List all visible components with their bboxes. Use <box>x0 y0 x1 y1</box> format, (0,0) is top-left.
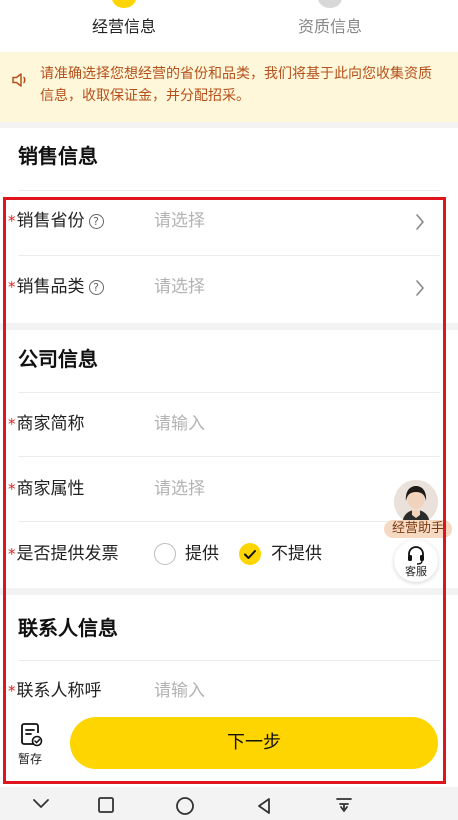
check-icon <box>244 550 256 559</box>
sales-province-select[interactable]: 请选择 <box>154 210 205 232</box>
field-label: 销售品类 <box>16 277 85 297</box>
required-mark: * <box>8 682 16 700</box>
help-icon[interactable]: ? <box>88 280 104 295</box>
field-label: 商家简称 <box>16 414 85 434</box>
sales-category-select[interactable]: 请选择 <box>154 276 205 298</box>
customer-service-button[interactable]: 客服 <box>394 540 438 582</box>
service-label: 客服 <box>405 565 427 578</box>
contact-name-input[interactable]: 请输入 <box>154 680 205 702</box>
invoice-label: *是否提供发票 <box>8 543 119 565</box>
divider <box>18 255 440 256</box>
back-icon[interactable] <box>255 797 273 815</box>
field-label: 商家属性 <box>16 479 85 499</box>
sales-section-title: 销售信息 <box>18 144 98 168</box>
required-mark: * <box>8 415 16 433</box>
system-nav-bar <box>0 787 458 820</box>
step-label: 资质信息 <box>297 17 362 36</box>
draft-save-icon <box>21 723 43 747</box>
menu-down-icon[interactable] <box>334 797 354 815</box>
assistant-label: 经营助手 <box>384 520 452 538</box>
home-icon[interactable] <box>175 797 195 817</box>
divider <box>18 456 440 457</box>
notice-text: 请准确选择您想经营的省份和品类，我们将基于此向您收集资质信息，收取保证金，并分配… <box>40 66 432 104</box>
save-label: 暂存 <box>17 752 42 766</box>
contact-section-title: 联系人信息 <box>18 616 118 640</box>
merchant-short-name-label: *商家简称 <box>8 413 85 435</box>
divider <box>18 660 440 661</box>
invoice-not-provide-label[interactable]: 不提供 <box>271 543 322 565</box>
required-mark: * <box>8 480 16 498</box>
invoice-provide-radio[interactable] <box>154 543 176 565</box>
business-assistant[interactable]: 经营助手 <box>384 480 452 542</box>
field-label: 联系人称呼 <box>16 681 102 701</box>
sales-category-label: *销售品类? <box>8 276 104 298</box>
field-label: 销售省份 <box>16 211 85 231</box>
chevron-right-icon[interactable] <box>415 213 425 231</box>
step-label: 经营信息 <box>91 17 156 36</box>
required-mark: * <box>8 212 16 230</box>
chevron-right-icon[interactable] <box>415 279 425 297</box>
field-label: 是否提供发票 <box>16 544 119 564</box>
merchant-type-select[interactable]: 请选择 <box>154 478 205 500</box>
assistant-avatar-icon <box>394 480 438 524</box>
step-dot-active <box>112 0 136 8</box>
invoice-provide-label[interactable]: 提供 <box>185 543 219 565</box>
divider <box>18 392 440 393</box>
save-draft-button[interactable]: 暂存 <box>12 720 48 770</box>
required-mark: * <box>8 545 16 563</box>
step-indicator: 经营信息 资质信息 <box>0 0 458 52</box>
merchant-type-label: *商家属性 <box>8 478 85 500</box>
divider <box>18 521 440 522</box>
recent-apps-icon[interactable] <box>97 797 115 815</box>
chevron-down-icon[interactable] <box>32 797 50 811</box>
help-icon[interactable]: ? <box>88 214 104 229</box>
merchant-short-name-input[interactable]: 请输入 <box>154 413 205 435</box>
contact-name-label: *联系人称呼 <box>8 680 102 702</box>
divider <box>18 190 440 191</box>
headset-icon <box>408 546 424 565</box>
invoice-not-provide-radio[interactable] <box>239 543 261 565</box>
step-business-info[interactable]: 经营信息 <box>44 0 204 52</box>
company-section-title: 公司信息 <box>18 347 98 371</box>
step-qualification-info[interactable]: 资质信息 <box>250 0 410 52</box>
sales-province-label: *销售省份? <box>8 210 104 232</box>
step-dot-pending <box>318 0 342 8</box>
next-step-button[interactable]: 下一步 <box>70 717 438 769</box>
avatar <box>394 480 438 524</box>
speaker-icon <box>12 73 26 87</box>
required-mark: * <box>8 278 16 296</box>
